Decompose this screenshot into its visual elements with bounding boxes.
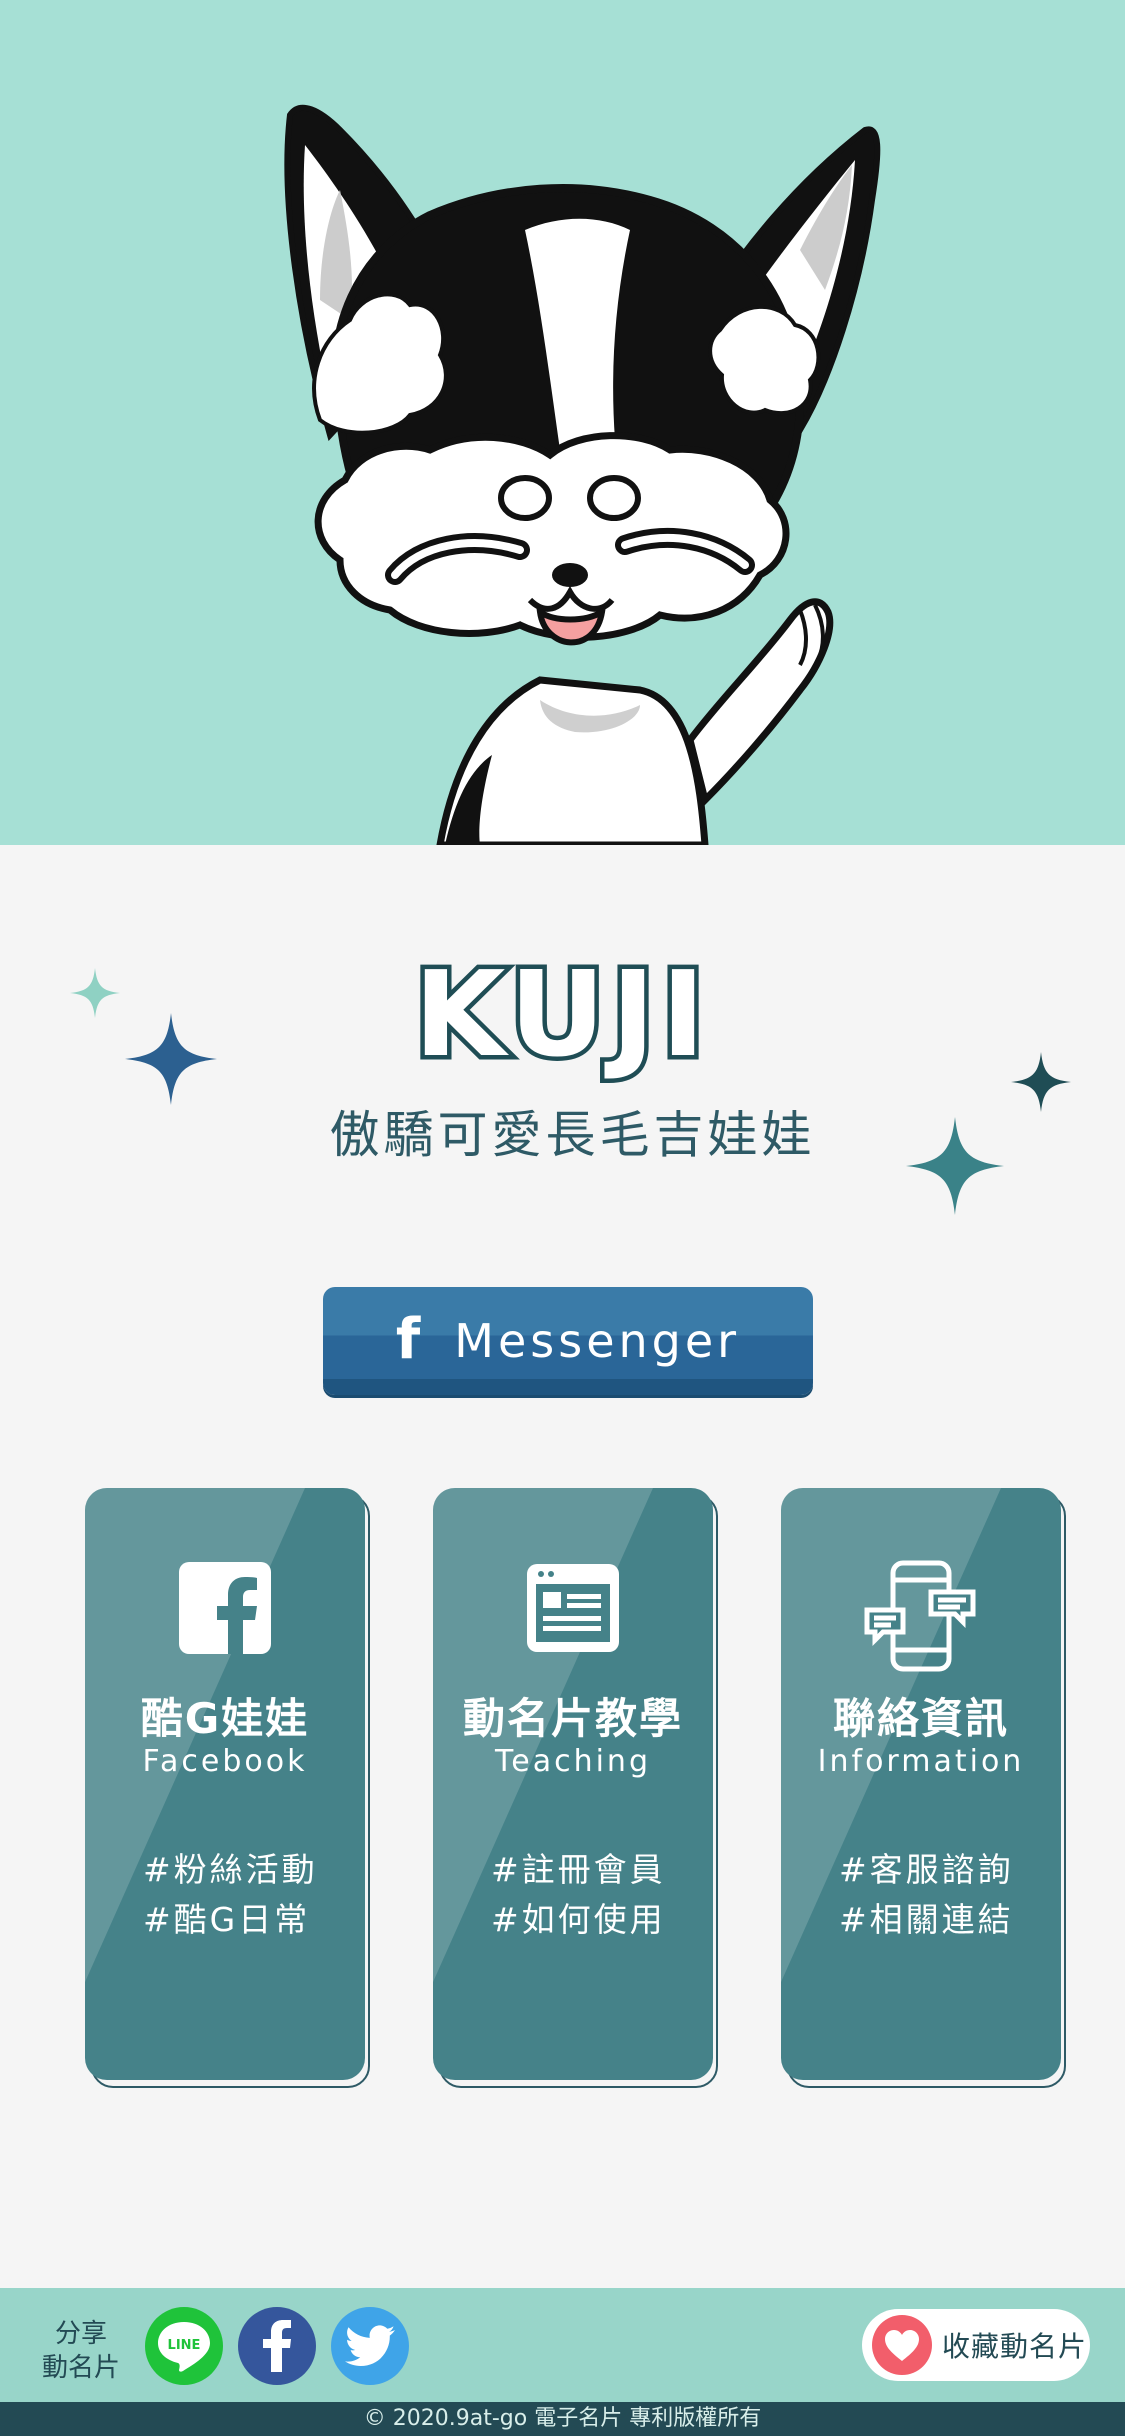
card-tag: #酷G日常 <box>143 1900 311 1939</box>
favorite-button-label: 收藏動名片 <box>942 2330 1088 2363</box>
svg-text:LINE: LINE <box>168 2338 201 2353</box>
card-title: 動名片教學 <box>462 1694 683 1743</box>
favorite-button[interactable]: 收藏動名片 <box>862 2309 1090 2381</box>
card-tag: #如何使用 <box>491 1900 666 1939</box>
line-icon: LINE <box>158 2322 210 2372</box>
sparkle-icon <box>70 968 120 1018</box>
phone-chat-icon <box>864 1560 976 1672</box>
facebook-icon <box>179 1562 271 1654</box>
card-tag: #粉絲活動 <box>143 1850 318 1889</box>
hero-banner <box>0 0 1125 845</box>
facebook-f-icon: f <box>395 1306 421 1372</box>
browser-list-icon <box>527 1564 619 1652</box>
card-information[interactable]: 聯絡資訊 Information #客服諮詢 #相關連結 <box>781 1488 1066 2088</box>
twitter-icon <box>345 2325 395 2366</box>
card-facebook[interactable]: 酷G娃娃 Facebook #粉絲活動 #酷G日常 <box>85 1488 370 2088</box>
card-tag: #相關連結 <box>839 1900 1014 1939</box>
share-label: 分享 動名片 <box>41 2319 120 2383</box>
card-tag: #註冊會員 <box>491 1850 666 1889</box>
messenger-button[interactable]: f Messenger <box>323 1287 813 1395</box>
card-title: 聯絡資訊 <box>832 1694 1009 1743</box>
sparkle-icon <box>906 1117 1004 1215</box>
card-teaching[interactable]: 動名片教學 Teaching #註冊會員 #如何使用 <box>433 1488 718 2088</box>
facebook-share-button[interactable] <box>238 2307 316 2385</box>
card-title: 酷G娃娃 <box>140 1694 310 1743</box>
twitter-share-button[interactable] <box>331 2307 409 2385</box>
line-share-button[interactable]: LINE <box>145 2307 223 2385</box>
card-subtitle: Facebook <box>142 1744 308 1779</box>
dog-illustration <box>284 104 881 845</box>
card-subtitle: Information <box>817 1744 1025 1779</box>
copyright-text: © 2020.9at-go 電子名片 專利版權所有 <box>0 2402 1125 2436</box>
sparkle-icon <box>1011 1052 1071 1112</box>
heart-icon <box>872 2315 932 2375</box>
card-tag: #客服諮詢 <box>839 1850 1014 1889</box>
card-subtitle: Teaching <box>495 1744 651 1779</box>
facebook-f-icon <box>263 2320 291 2372</box>
messenger-button-label: Messenger <box>454 1314 741 1368</box>
sparkle-icon <box>125 1013 217 1105</box>
